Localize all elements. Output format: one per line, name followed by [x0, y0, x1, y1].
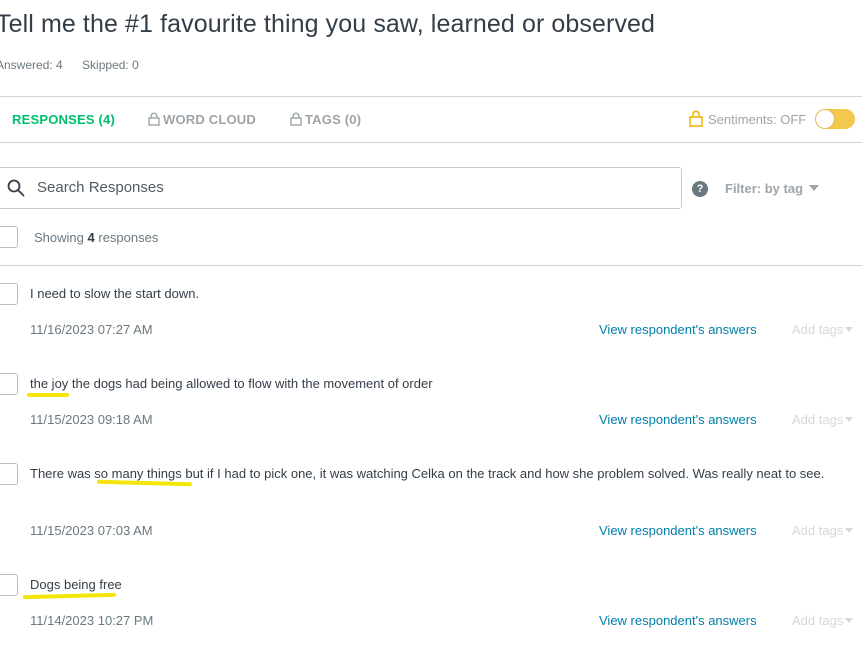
toggle-knob [816, 110, 834, 128]
tab-responses[interactable]: RESPONSES (4) [12, 112, 115, 127]
chevron-down-icon [845, 528, 854, 533]
answered-count: Answered: 4 [0, 58, 63, 72]
response-date: 11/15/2023 09:18 AM [30, 412, 153, 427]
search-box [0, 167, 682, 209]
sentiment-lock-icon [689, 110, 703, 132]
add-tags-dropdown[interactable]: Add tags [792, 322, 854, 337]
view-respondent-answers-link[interactable]: View respondent's answers [599, 523, 757, 538]
response-date: 11/15/2023 07:03 AM [30, 523, 153, 538]
chevron-down-icon [845, 417, 854, 422]
highlight-mark [27, 393, 69, 397]
divider [0, 142, 862, 143]
filter-label: Filter: by tag [725, 181, 804, 196]
select-all-checkbox[interactable] [0, 226, 18, 248]
response-date: 11/14/2023 10:27 PM [30, 613, 154, 628]
tab-word-cloud[interactable]: WORD CLOUD [148, 112, 256, 129]
add-tags-label: Add tags [792, 613, 844, 628]
divider [0, 265, 862, 266]
showing-prefix: Showing [34, 230, 84, 245]
response-checkbox[interactable] [0, 283, 18, 305]
add-tags-label: Add tags [792, 322, 844, 337]
analysis-tabs: RESPONSES (4) WORD CLOUD TAGS (0) Sentim… [0, 97, 862, 142]
sentiments-toggle[interactable] [815, 109, 855, 129]
response-checkbox[interactable] [0, 463, 18, 485]
tab-tags[interactable]: TAGS (0) [290, 112, 361, 129]
chevron-down-icon [845, 618, 854, 623]
filter-by-tag-dropdown[interactable]: Filter: by tag [725, 181, 820, 196]
skipped-count: Skipped: 0 [82, 58, 139, 72]
view-respondent-answers-link[interactable]: View respondent's answers [599, 412, 757, 427]
showing-suffix: responses [98, 230, 159, 245]
response-text: I need to slow the start down. [30, 286, 200, 301]
sentiments-label: Sentiments: OFF [708, 112, 807, 127]
add-tags-dropdown[interactable]: Add tags [792, 412, 854, 427]
chevron-down-icon [809, 185, 820, 191]
tab-word-cloud-label: WORD CLOUD [163, 112, 256, 127]
add-tags-dropdown[interactable]: Add tags [792, 613, 854, 628]
response-stats: Answered: 4 Skipped: 0 [0, 58, 155, 72]
view-respondent-answers-link[interactable]: View respondent's answers [599, 613, 757, 628]
chevron-down-icon [845, 327, 854, 332]
search-input[interactable] [37, 176, 657, 198]
response-text: the joy the dogs had being allowed to fl… [30, 376, 433, 391]
question-title: Tell me the #1 favourite thing you saw, … [0, 10, 656, 38]
help-icon[interactable]: ? [692, 181, 708, 197]
response-checkbox[interactable] [0, 373, 18, 395]
response-checkbox[interactable] [0, 574, 18, 596]
search-icon [7, 179, 25, 202]
add-tags-label: Add tags [792, 412, 844, 427]
response-date: 11/16/2023 07:27 AM [30, 322, 153, 337]
add-tags-label: Add tags [792, 523, 844, 538]
view-respondent-answers-link[interactable]: View respondent's answers [599, 322, 757, 337]
add-tags-dropdown[interactable]: Add tags [792, 523, 854, 538]
response-text: Dogs being free [30, 577, 122, 592]
lock-icon [148, 112, 160, 129]
showing-number: 4 [87, 230, 95, 245]
lock-icon [290, 112, 302, 129]
showing-count: Showing 4 responses [34, 230, 158, 245]
tab-tags-label: TAGS (0) [305, 112, 362, 127]
